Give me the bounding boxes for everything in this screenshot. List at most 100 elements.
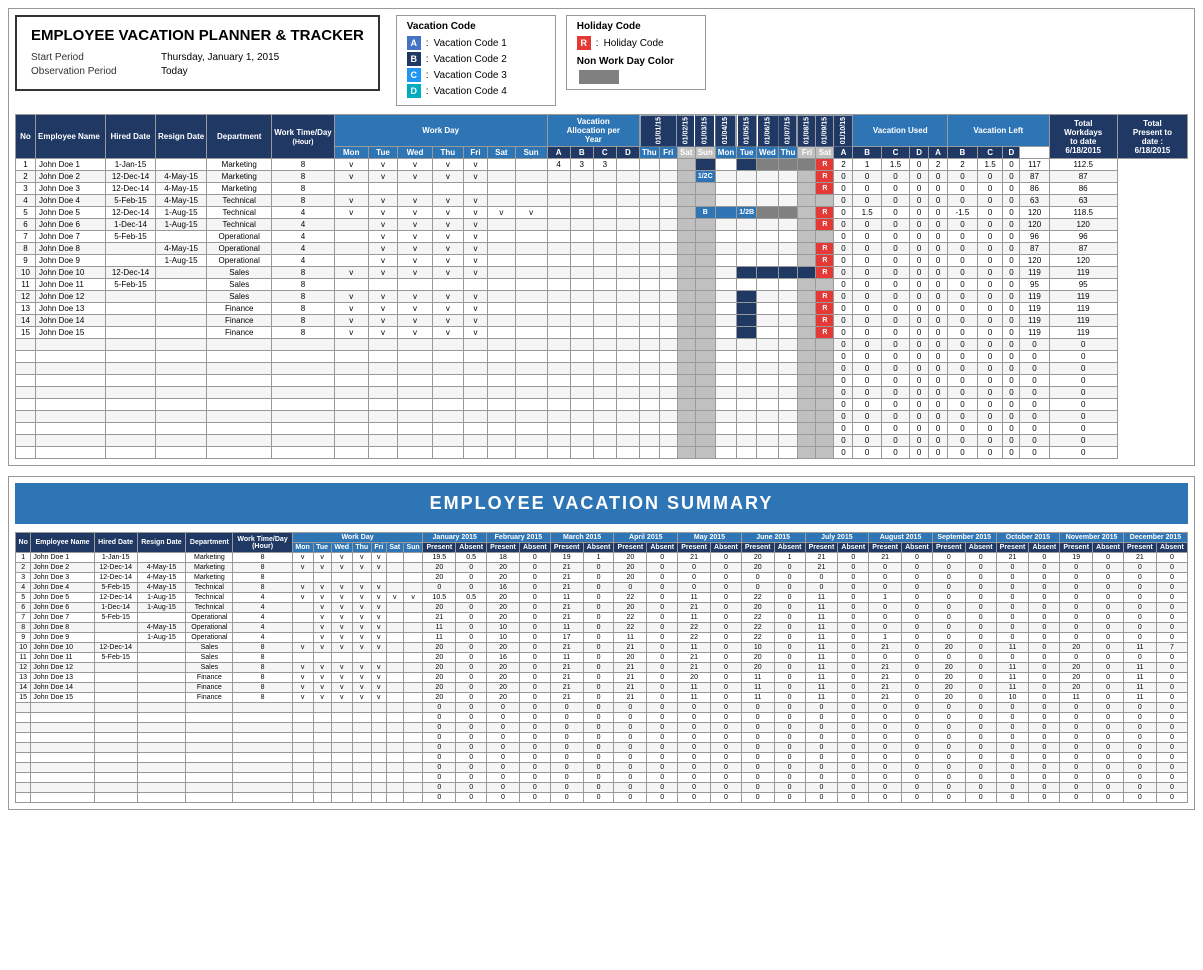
cell-vac-alloc <box>593 219 616 231</box>
cell-name <box>36 435 106 447</box>
cell-date-col <box>715 195 736 207</box>
summary-cell <box>313 763 331 773</box>
cell-workday <box>334 351 368 363</box>
summary-cell: v <box>313 553 331 563</box>
summary-monthly-cell: 20 <box>741 663 774 673</box>
cell-vac-used: 0 <box>910 351 929 363</box>
summary-monthly-cell: 0 <box>647 703 678 713</box>
summary-monthly-cell: 0 <box>614 583 647 593</box>
summary-monthly-cell: 21 <box>869 663 902 673</box>
summary-monthly-cell: 0 <box>838 563 869 573</box>
cell-date-col: R <box>816 327 834 339</box>
cell-vac-left: 0 <box>1003 243 1020 255</box>
summary-cell: Finance <box>186 683 233 693</box>
cell-date-col <box>757 327 779 339</box>
cell-vac-used: 0 <box>834 231 853 243</box>
cell-name <box>36 387 106 399</box>
summary-monthly-cell: 0 <box>838 733 869 743</box>
summary-monthly-cell: 0 <box>932 593 965 603</box>
summary-cell: 1-Aug-15 <box>137 633 186 643</box>
cell-vac-left: 0 <box>948 183 978 195</box>
summary-cell: 9 <box>16 633 31 643</box>
cell-vac-used: 0 <box>834 447 853 459</box>
summary-monthly-cell: 0 <box>487 723 520 733</box>
cell-workday <box>488 351 516 363</box>
cell-date-col <box>677 435 695 447</box>
cell-date-col <box>677 183 695 195</box>
summary-monthly-cell: 0 <box>519 653 550 663</box>
summary-cell: John Doe 8 <box>31 623 94 633</box>
cell-date-col <box>757 339 779 351</box>
cell-vac-used: 0 <box>881 315 909 327</box>
summary-monthly-cell: 11 <box>805 623 838 633</box>
cell-no: 11 <box>16 279 36 291</box>
summary-monthly-cell: 0 <box>583 753 614 763</box>
cell-vac-alloc <box>616 267 639 279</box>
cell-workday: v <box>463 291 487 303</box>
summary-cell <box>292 703 313 713</box>
cell-date-col <box>778 363 798 375</box>
summary-monthly-cell: 0 <box>838 603 869 613</box>
cell-no: 15 <box>16 327 36 339</box>
summary-monthly-cell: 0 <box>519 703 550 713</box>
summary-monthly-cell: 0 <box>1029 643 1060 653</box>
cell-vac-left: 0 <box>977 207 1003 219</box>
summary-cell <box>403 793 423 803</box>
cell-vac-alloc <box>547 171 570 183</box>
cell-resign: 4-May-15 <box>156 243 207 255</box>
summary-monthly-cell: 0 <box>838 763 869 773</box>
summary-cell <box>352 733 371 743</box>
cell-vac-alloc <box>570 291 593 303</box>
cell-dept: Finance <box>207 303 272 315</box>
cell-date-col <box>677 339 695 351</box>
cell-vac-used: 0 <box>853 327 881 339</box>
summary-cell: John Doe 2 <box>31 563 94 573</box>
summary-monthly-cell: 0 <box>711 593 742 603</box>
cell-date-col <box>798 159 816 171</box>
cell-workday <box>488 327 516 339</box>
cell-date-col <box>640 303 660 315</box>
summary-cell <box>292 763 313 773</box>
cell-date-col <box>757 363 779 375</box>
cell-dept: Finance <box>207 315 272 327</box>
summary-monthly-cell: 0 <box>1156 663 1187 673</box>
cell-no <box>16 423 36 435</box>
cell-vac-alloc <box>570 255 593 267</box>
summary-row: 4John Doe 45-Feb-154-May-15Technical8vvv… <box>16 583 1188 593</box>
summary-monthly-cell: 0 <box>550 753 583 763</box>
cell-date-col: B <box>695 207 715 219</box>
cell-date-col <box>659 387 677 399</box>
table-row: 13John Doe 13Finance8vvvvvR0000000011911… <box>16 303 1188 315</box>
summary-monthly-cell: 0 <box>1029 723 1060 733</box>
summary-monthly-cell: 0 <box>711 573 742 583</box>
summary-monthly-cell: 0 <box>774 693 805 703</box>
summary-cell <box>94 623 137 633</box>
summary-monthly-cell: 0 <box>996 763 1029 773</box>
cell-vac-left: 0 <box>948 195 978 207</box>
cell-resign: 4-May-15 <box>156 195 207 207</box>
summary-monthly-cell: 0 <box>1156 573 1187 583</box>
legend-c-text: Vacation Code 3 <box>434 70 507 81</box>
cell-workday: v <box>368 315 398 327</box>
cell-total-work: 120 <box>1020 207 1049 219</box>
summary-cell: v <box>371 563 386 573</box>
cell-workday: v <box>463 171 487 183</box>
cell-total-present: 0 <box>1049 351 1117 363</box>
legend-b-text: Vacation Code 2 <box>434 54 507 65</box>
sum-jan-p: Present <box>423 543 456 553</box>
cell-hired <box>106 387 156 399</box>
cell-workday: v <box>463 231 487 243</box>
cell-vac-used: 0 <box>853 303 881 315</box>
cell-vac-left: 0 <box>977 411 1003 423</box>
cell-date-col: R <box>816 159 834 171</box>
cell-date-col: R <box>816 303 834 315</box>
col-tue: Tue <box>368 147 398 159</box>
cell-workday <box>398 387 432 399</box>
cell-vac-alloc <box>616 279 639 291</box>
summary-monthly-cell: 0 <box>902 703 933 713</box>
cell-workday <box>515 327 547 339</box>
summary-monthly-cell: 0 <box>965 793 996 803</box>
cell-workday: v <box>463 315 487 327</box>
summary-monthly-cell: 20 <box>487 603 520 613</box>
summary-monthly-cell: 20 <box>741 553 774 563</box>
